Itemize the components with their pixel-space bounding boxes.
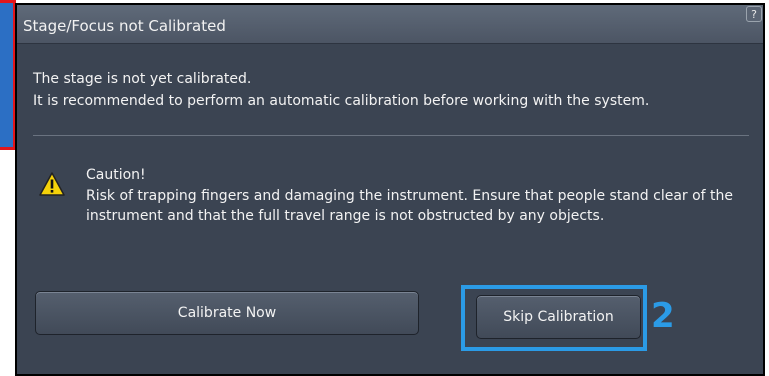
caution-title: Caution! — [86, 167, 146, 183]
message-line-1: The stage is not yet calibrated. — [33, 71, 252, 87]
message-line-2: It is recommended to perform an automati… — [33, 93, 650, 109]
dialog-titlebar: Stage/Focus not Calibrated ? — [17, 5, 763, 44]
divider — [33, 135, 749, 136]
skip-calibration-highlight — [461, 285, 647, 351]
help-button[interactable]: ? — [746, 6, 762, 22]
warning-triangle-icon — [39, 172, 65, 196]
dialog-title: Stage/Focus not Calibrated — [23, 17, 226, 35]
callout-number: 2 — [651, 296, 675, 336]
caution-text: Risk of trapping fingers and damaging th… — [86, 188, 734, 224]
background-window-edge — [0, 0, 16, 150]
calibrate-now-button[interactable]: Calibrate Now — [35, 291, 419, 335]
